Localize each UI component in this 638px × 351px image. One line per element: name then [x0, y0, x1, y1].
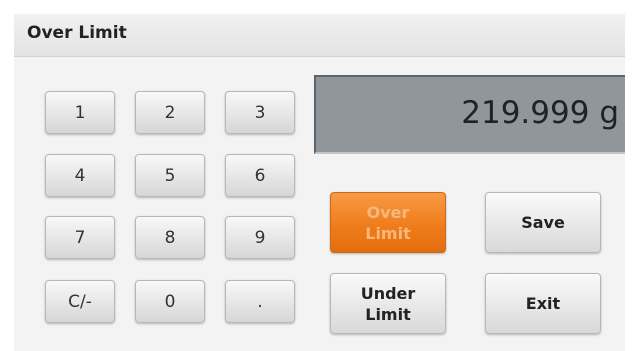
under-limit-button[interactable]: Under Limit	[330, 273, 446, 334]
under-limit-line2: Limit	[365, 304, 411, 324]
dialog-title: Over Limit	[27, 23, 127, 43]
key-0[interactable]: 0	[135, 280, 205, 323]
key-decimal[interactable]: .	[225, 280, 295, 323]
key-8[interactable]: 8	[135, 216, 205, 259]
over-limit-line1: Over	[366, 202, 410, 222]
key-2[interactable]: 2	[135, 91, 205, 134]
key-6[interactable]: 6	[225, 154, 295, 197]
key-clear-sign[interactable]: C/-	[45, 280, 115, 323]
key-7[interactable]: 7	[45, 216, 115, 259]
display-value: 219.999 g	[461, 95, 619, 131]
over-limit-line2: Limit	[365, 223, 411, 243]
key-9[interactable]: 9	[225, 216, 295, 259]
key-1[interactable]: 1	[45, 91, 115, 134]
over-limit-button[interactable]: Over Limit	[330, 192, 446, 253]
key-5[interactable]: 5	[135, 154, 205, 197]
save-button[interactable]: Save	[485, 192, 601, 253]
value-display: 219.999 g	[314, 75, 625, 154]
under-limit-line1: Under	[360, 283, 416, 303]
dialog: Over Limit 1 2 3 4 5 6 7 8 9 C/- 0 . 219…	[14, 14, 625, 351]
title-bar: Over Limit	[14, 14, 625, 57]
key-3[interactable]: 3	[225, 91, 295, 134]
exit-button[interactable]: Exit	[485, 273, 601, 334]
key-4[interactable]: 4	[45, 154, 115, 197]
